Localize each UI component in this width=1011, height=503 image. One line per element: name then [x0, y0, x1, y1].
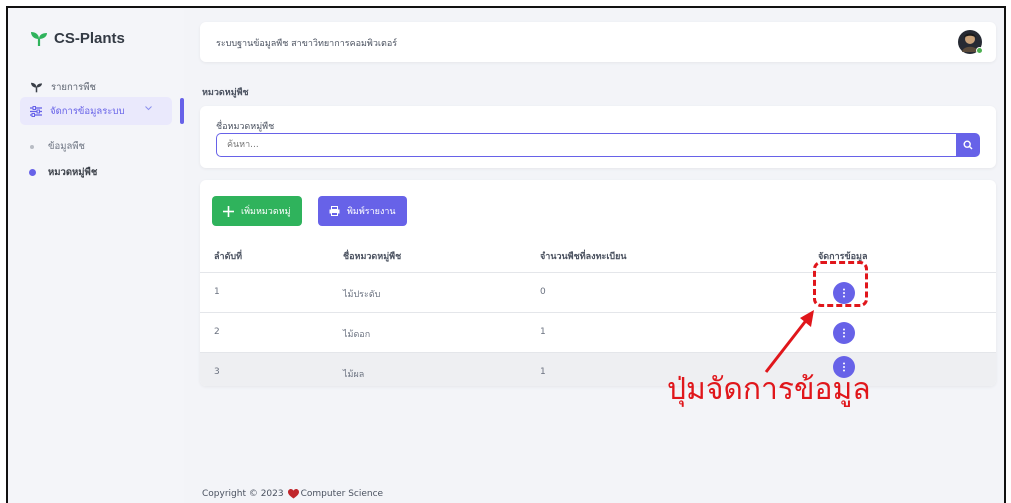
annotation-label: ปุ่มจัดการข้อมูล: [667, 372, 871, 407]
annotation-arrow-icon: [764, 310, 814, 373]
